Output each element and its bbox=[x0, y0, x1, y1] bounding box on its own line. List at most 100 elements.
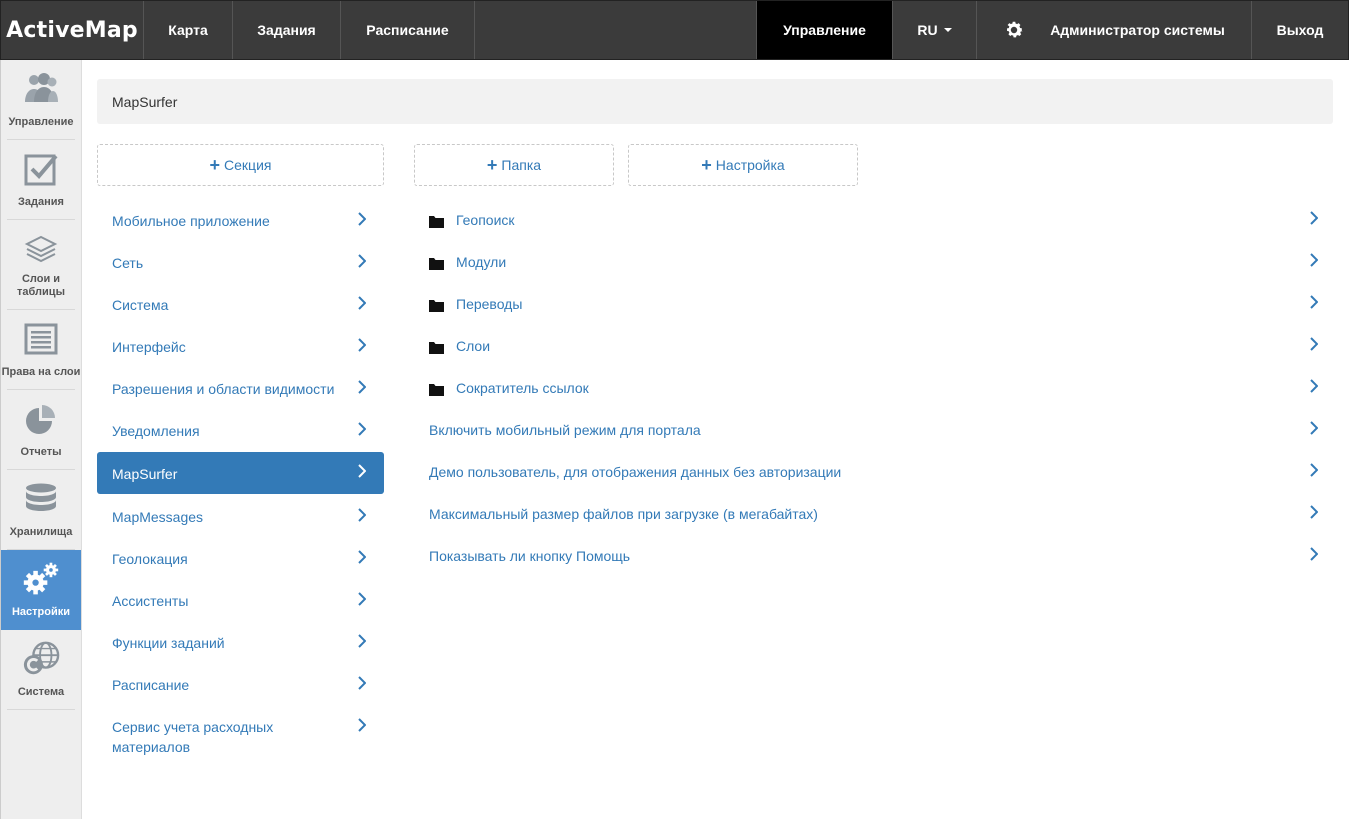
sidebar-item-label: Права на слои bbox=[1, 366, 81, 378]
sidebar-item-label: Система bbox=[17, 686, 65, 698]
language-label: RU bbox=[917, 22, 938, 38]
folder-label: Геопоиск bbox=[456, 212, 515, 228]
chevron-right-icon bbox=[358, 550, 366, 564]
section-label: Сеть bbox=[112, 255, 144, 271]
sidebar-item-system[interactable]: Система bbox=[7, 630, 75, 710]
folder-icon bbox=[429, 339, 444, 354]
section-label: Система bbox=[112, 297, 169, 313]
sidebar-item-storage[interactable]: Хранилища bbox=[7, 470, 75, 550]
sidebar-item-label: Управление bbox=[8, 116, 74, 128]
sidebar-item-manage[interactable]: Управление bbox=[7, 60, 75, 140]
sidebar-item-layer-rights[interactable]: Права на слои bbox=[2, 310, 80, 390]
setting-label: Демо пользователь, для отображения данны… bbox=[429, 464, 842, 480]
section-item[interactable]: Расписание bbox=[97, 663, 384, 705]
folder-item[interactable]: Переводы bbox=[414, 283, 1334, 325]
folder-item[interactable]: Слои bbox=[414, 325, 1334, 367]
setting-label: Максимальный размер файлов при загрузке … bbox=[429, 506, 818, 522]
nav-schedule[interactable]: Расписание bbox=[341, 1, 475, 59]
settings-list: Геопоиск Модули Переводы Слои Сократител… bbox=[414, 199, 1334, 577]
section-item[interactable]: Ассистенты bbox=[97, 579, 384, 621]
sidebar-item-reports[interactable]: Отчеты bbox=[7, 390, 75, 470]
sidebar-item-label: Настройки bbox=[11, 606, 71, 618]
section-item[interactable]: Функции заданий bbox=[97, 621, 384, 663]
section-item[interactable]: Сеть bbox=[97, 241, 384, 283]
folder-item[interactable]: Сократитель ссылок bbox=[414, 367, 1334, 409]
chevron-right-icon bbox=[358, 508, 366, 522]
chevron-right-icon bbox=[358, 676, 366, 690]
users-icon bbox=[22, 70, 60, 108]
add-setting-button[interactable]: + Настройка bbox=[628, 144, 858, 186]
add-setting-label: Настройка bbox=[715, 157, 785, 173]
folder-item[interactable]: Модули bbox=[414, 241, 1334, 283]
brand-logo[interactable]: ActiveMap bbox=[1, 1, 144, 59]
section-item[interactable]: Сервис учета расходных материалов bbox=[97, 705, 384, 767]
layers-icon bbox=[22, 230, 60, 268]
sections-list: Мобильное приложение Сеть Система Интерф… bbox=[97, 199, 384, 767]
user-menu[interactable]: Администратор системы bbox=[977, 1, 1252, 59]
chevron-right-icon bbox=[1310, 505, 1318, 519]
gear-icon bbox=[1003, 19, 1025, 41]
folder-icon bbox=[429, 213, 444, 228]
section-item[interactable]: MapMessages bbox=[97, 495, 384, 537]
chevron-right-icon bbox=[358, 296, 366, 310]
nav-manage[interactable]: Управление bbox=[757, 1, 893, 59]
chevron-right-icon bbox=[358, 634, 366, 648]
breadcrumb: MapSurfer bbox=[97, 79, 1333, 124]
setting-item[interactable]: Показывать ли кнопку Помощь bbox=[414, 535, 1334, 577]
nav-map[interactable]: Карта bbox=[144, 1, 233, 59]
chevron-right-icon bbox=[358, 464, 366, 478]
section-item[interactable]: Уведомления bbox=[97, 409, 384, 451]
globe-icon bbox=[22, 640, 60, 678]
chevron-right-icon bbox=[1310, 379, 1318, 393]
setting-item[interactable]: Демо пользователь, для отображения данны… bbox=[414, 451, 1334, 493]
section-item[interactable]: Геолокация bbox=[97, 537, 384, 579]
section-label: MapSurfer bbox=[112, 466, 178, 482]
sidebar-item-label: Хранилища bbox=[9, 526, 73, 538]
chevron-right-icon bbox=[1310, 295, 1318, 309]
chevron-right-icon bbox=[1310, 547, 1318, 561]
sidebar-item-label: Задания bbox=[18, 196, 64, 208]
language-dropdown[interactable]: RU bbox=[893, 1, 977, 59]
sidebar-item-label: Слои и таблицы bbox=[17, 273, 65, 298]
chevron-right-icon bbox=[358, 718, 366, 732]
logout-link[interactable]: Выход bbox=[1252, 1, 1348, 59]
section-item[interactable]: Интерфейс bbox=[97, 325, 384, 367]
setting-item[interactable]: Максимальный размер файлов при загрузке … bbox=[414, 493, 1334, 535]
section-label: Мобильное приложение bbox=[112, 213, 270, 229]
top-navbar: ActiveMap Карта Задания Расписание Управ… bbox=[0, 0, 1349, 60]
add-section-button[interactable]: + Секция bbox=[97, 144, 384, 186]
folder-label: Слои bbox=[456, 338, 491, 354]
plus-icon: + bbox=[486, 155, 498, 175]
folder-icon bbox=[429, 381, 444, 396]
section-label: Уведомления bbox=[112, 423, 200, 439]
section-label: MapMessages bbox=[112, 509, 204, 525]
sidebar-item-settings[interactable]: Настройки bbox=[1, 550, 81, 630]
chevron-right-icon bbox=[1310, 253, 1318, 267]
sidebar-item-tasks[interactable]: Задания bbox=[7, 140, 75, 220]
chevron-right-icon bbox=[358, 380, 366, 394]
setting-label: Включить мобильный режим для портала bbox=[429, 422, 701, 438]
section-label: Интерфейс bbox=[112, 339, 186, 355]
chevron-right-icon bbox=[358, 254, 366, 268]
caret-down-icon bbox=[943, 28, 952, 32]
setting-item[interactable]: Включить мобильный режим для портала bbox=[414, 409, 1334, 451]
chevron-right-icon bbox=[1310, 211, 1318, 225]
section-label: Ассистенты bbox=[112, 593, 189, 609]
folder-item[interactable]: Геопоиск bbox=[414, 199, 1334, 241]
breadcrumb-current: MapSurfer bbox=[112, 93, 178, 110]
sidebar-item-layers[interactable]: Слои и таблицы bbox=[7, 220, 75, 310]
chevron-right-icon bbox=[358, 212, 366, 226]
chevron-right-icon bbox=[1310, 337, 1318, 351]
nav-spacer bbox=[475, 1, 757, 59]
section-item[interactable]: Мобильное приложение bbox=[97, 199, 384, 241]
chevron-right-icon bbox=[1310, 463, 1318, 477]
chevron-right-icon bbox=[358, 422, 366, 436]
section-item-active[interactable]: MapSurfer bbox=[97, 452, 384, 494]
section-item[interactable]: Система bbox=[97, 283, 384, 325]
section-item[interactable]: Разрешения и области видимости bbox=[97, 367, 384, 409]
plus-icon: + bbox=[701, 155, 712, 175]
add-folder-button[interactable]: + Папка bbox=[414, 144, 614, 186]
user-name: Администратор системы bbox=[1050, 22, 1225, 38]
add-section-label: Секция bbox=[224, 157, 272, 173]
nav-tasks[interactable]: Задания bbox=[233, 1, 341, 59]
